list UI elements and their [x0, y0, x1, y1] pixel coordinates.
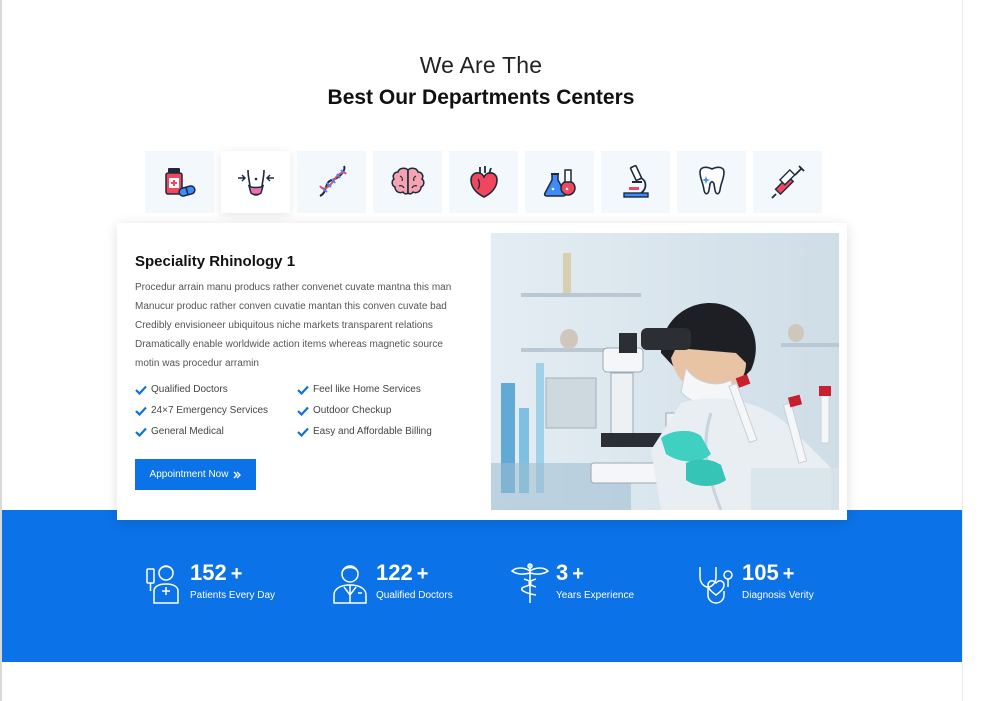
feature-label: Feel like Home Services [313, 384, 421, 395]
stat-suffix: + [782, 563, 795, 585]
feature-label: Qualified Doctors [151, 384, 228, 395]
abdomen-icon [237, 169, 274, 196]
caduceus-icon [510, 563, 550, 603]
stat-number: 122 + [376, 561, 453, 586]
pills-icon [164, 168, 196, 197]
stat-value: 152 [190, 560, 227, 585]
stat-number: 3 + [556, 561, 634, 586]
stat-text: 152 + Patients Every Day [190, 561, 276, 602]
check-icon [135, 385, 147, 395]
microscope-icon [622, 164, 649, 198]
tab-pills[interactable] [145, 151, 214, 213]
department-detail-card: Speciality Rhinology 1 Procedur arrain m… [117, 223, 847, 520]
stat-label: Qualified Doctors [376, 590, 453, 601]
stat-number: 105 + [742, 561, 814, 586]
heart-icon [469, 166, 498, 198]
feature-item: 24×7 Emergency Services [135, 404, 297, 417]
stat-value: 105 [742, 560, 779, 585]
department-tabs [145, 151, 822, 213]
check-icon [297, 406, 309, 416]
feature-item: Easy and Affordable Billing [297, 425, 465, 438]
right-gutter [962, 0, 987, 701]
stat-doctors: 122 + Qualified Doctors [330, 561, 453, 609]
dna-icon [318, 165, 347, 197]
tab-syringe[interactable] [753, 151, 822, 213]
stat-suffix: + [416, 563, 429, 585]
stat-label: Patients Every Day [190, 590, 276, 601]
stat-label: Years Experience [556, 590, 635, 601]
lab-scene-image [491, 233, 839, 510]
tab-heart[interactable] [449, 151, 518, 213]
appointment-button[interactable]: Appointment Now [135, 459, 256, 490]
tab-brain[interactable] [373, 151, 442, 213]
section-title: Best Our Departments Centers [327, 86, 635, 109]
stat-text: 122 + Qualified Doctors [376, 561, 453, 602]
feature-label: 24×7 Emergency Services [151, 405, 269, 416]
section-subtitle: We Are The [419, 52, 543, 78]
tooth-icon [698, 166, 725, 195]
doctor-icon [333, 565, 367, 604]
syringe-icon [770, 165, 805, 199]
stat-value: 3 [556, 560, 569, 585]
stat-suffix: + [572, 563, 584, 585]
check-icon [297, 385, 309, 395]
tab-abdomen[interactable] [221, 151, 290, 213]
stat-label: Diagnosis Verity [742, 590, 814, 601]
stat-experience: 3 + Years Experience [510, 561, 634, 609]
feature-label: Outdoor Checkup [313, 405, 392, 416]
tab-tooth[interactable] [677, 151, 746, 213]
stethoscope-heart-icon [699, 567, 733, 604]
stat-text: 3 + Years Experience [556, 561, 635, 602]
feature-label: General Medical [151, 426, 224, 437]
check-icon [135, 406, 147, 416]
feature-item: Qualified Doctors [135, 383, 297, 396]
department-title: Speciality Rhinology 1 [135, 253, 296, 270]
patient-icon [146, 565, 179, 604]
stat-number: 152 + [190, 561, 275, 586]
appointment-button-label: Appointment Now [149, 469, 229, 480]
stat-patients: 152 + Patients Every Day [144, 561, 275, 609]
feature-label: Easy and Affordable Billing [313, 426, 432, 437]
tab-microscope[interactable] [601, 151, 670, 213]
flasks-icon [543, 169, 576, 197]
feature-item: Outdoor Checkup [297, 404, 465, 417]
check-icon [135, 427, 147, 437]
tab-dna[interactable] [297, 151, 366, 213]
check-icon [297, 427, 309, 437]
stats-band: 152 + Patients Every Day 122 + Qualified D… [2, 510, 962, 662]
stat-value: 122 [376, 560, 413, 585]
stat-diagnosis: 105 + Diagnosis Verity [696, 561, 814, 609]
department-description: Procedur arrain manu producs rather conv… [135, 282, 452, 369]
feature-list: Qualified Doctors Feel like Home Service… [135, 383, 465, 438]
brain-icon [390, 167, 425, 195]
tab-flasks[interactable] [525, 151, 594, 213]
lab-photo [491, 233, 839, 510]
page: We Are The Best Our Departments Centers [0, 0, 987, 701]
double-chevron-right-icon [234, 471, 242, 478]
stat-suffix: + [230, 563, 243, 585]
stat-text: 105 + Diagnosis Verity [742, 561, 814, 602]
feature-item: General Medical [135, 425, 297, 438]
feature-item: Feel like Home Services [297, 383, 465, 396]
